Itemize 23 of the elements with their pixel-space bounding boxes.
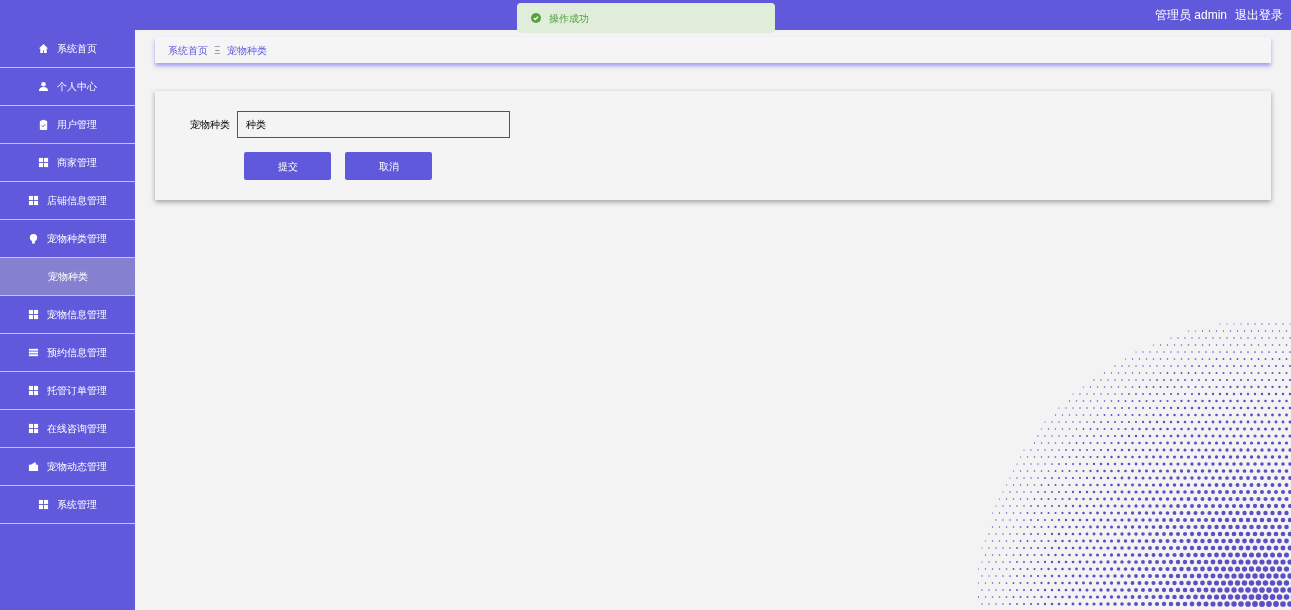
- grid-icon: [28, 423, 39, 434]
- grid-icon: [38, 499, 49, 510]
- grid-icon: [28, 385, 39, 396]
- breadcrumb-current: 宠物种类: [226, 43, 267, 58]
- grid-icon: [38, 157, 49, 168]
- cancel-button[interactable]: 取消: [345, 152, 432, 180]
- user-label: 管理员 admin: [1154, 7, 1227, 24]
- grid-icon: [28, 195, 39, 206]
- logout-link[interactable]: 退出登录: [1235, 6, 1283, 24]
- grid-icon: [28, 309, 39, 320]
- clipboard-icon: [38, 119, 49, 130]
- breadcrumb-separator: Ξ: [214, 43, 221, 58]
- input-field[interactable]: 种类: [237, 111, 510, 138]
- submit-button[interactable]: 提交: [244, 152, 331, 180]
- breadcrumb-link[interactable]: 系统首页: [168, 42, 208, 58]
- home-icon: [38, 43, 49, 54]
- list-icon: [28, 347, 39, 358]
- check-circle-icon: [531, 13, 541, 23]
- lightbulb-icon: [28, 233, 39, 244]
- user-icon: [38, 81, 49, 92]
- field-label: 宠物种类: [189, 118, 231, 132]
- toast-message: 操作成功: [549, 11, 589, 26]
- sidebar-item[interactable]: 宠物种类: [0, 258, 135, 296]
